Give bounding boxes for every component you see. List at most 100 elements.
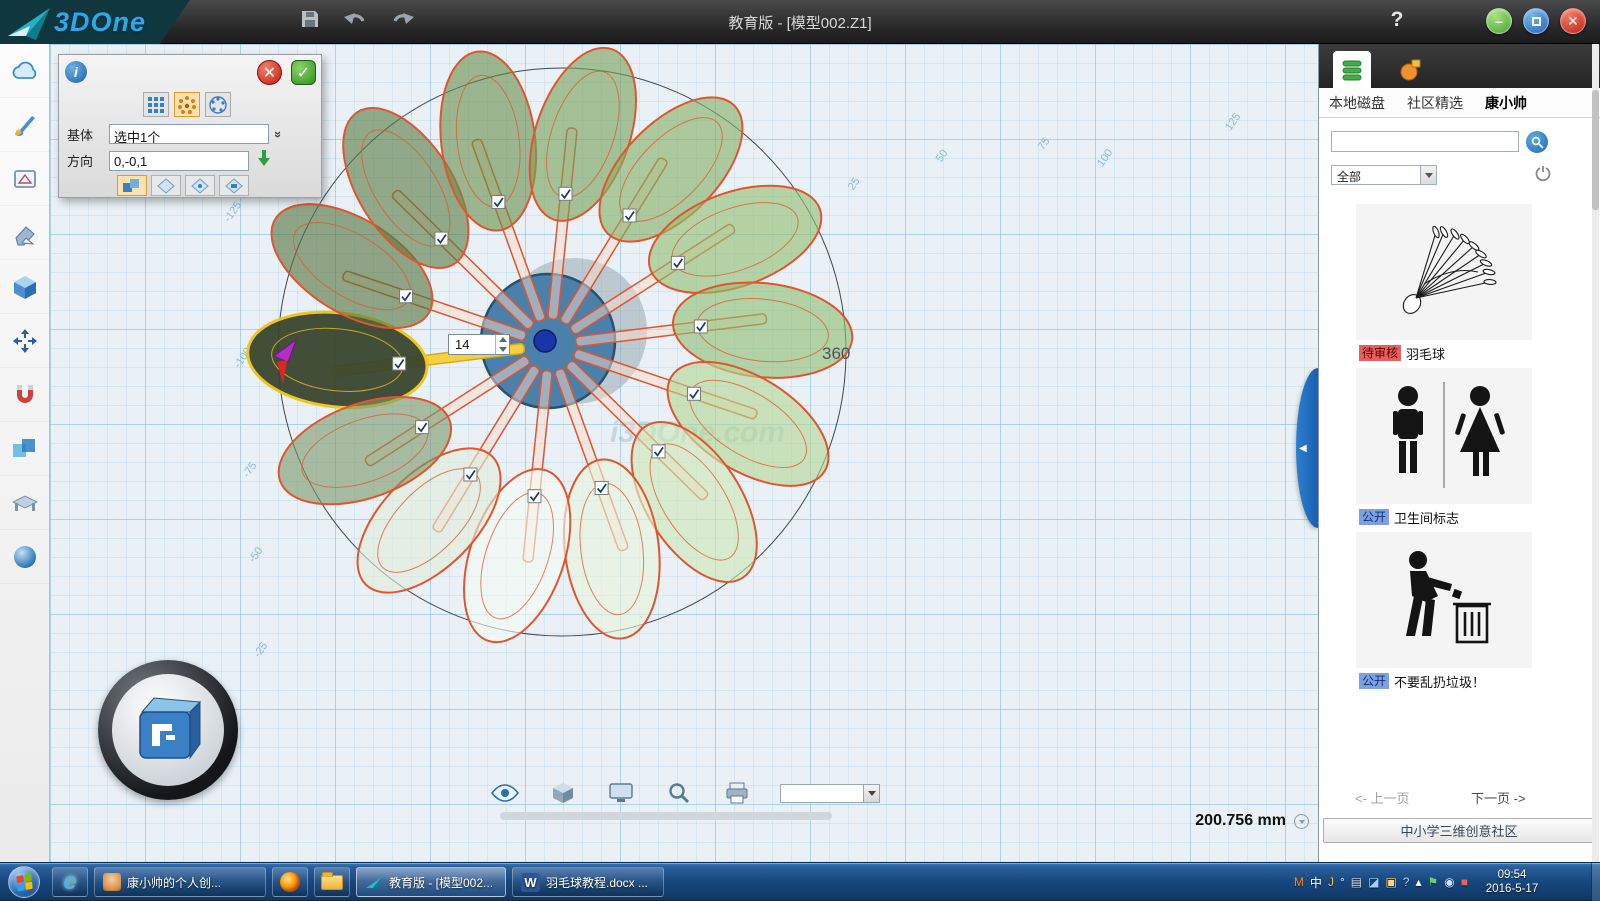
combine-tool[interactable] bbox=[0, 422, 50, 476]
pattern-instance-checkbox[interactable] bbox=[464, 468, 477, 481]
center-sphere[interactable] bbox=[534, 330, 556, 352]
circular-pattern-button[interactable] bbox=[174, 92, 200, 117]
sphere-pattern-button[interactable] bbox=[205, 92, 231, 117]
visibility-button[interactable] bbox=[490, 780, 520, 806]
tab-local-disk[interactable]: 本地磁盘 bbox=[1329, 93, 1385, 113]
taskbar-firefox-button[interactable] bbox=[272, 867, 308, 897]
tray-icon[interactable]: J bbox=[1328, 875, 1334, 889]
item-name[interactable]: 羽毛球 bbox=[1406, 344, 1445, 363]
minimize-button[interactable]: – bbox=[1486, 8, 1512, 34]
start-button[interactable] bbox=[8, 866, 40, 898]
spinner-down-icon[interactable] bbox=[496, 345, 509, 355]
pattern-count-input[interactable]: 14 bbox=[448, 334, 510, 355]
scale-dropdown-icon[interactable] bbox=[1294, 814, 1309, 829]
tray-icon[interactable]: ° bbox=[1340, 875, 1345, 889]
direction-arrow-icon[interactable] bbox=[255, 148, 273, 173]
tray-icon[interactable]: 中 bbox=[1310, 874, 1322, 891]
scrollbar-thumb[interactable] bbox=[1592, 90, 1599, 210]
pattern-instance-checkbox[interactable] bbox=[416, 421, 429, 434]
tab-community-featured[interactable]: 社区精选 bbox=[1407, 93, 1463, 113]
modeling-canvas[interactable]: -125-100-75-50-25255075100125 i3DOne.com… bbox=[50, 44, 1318, 862]
zoom-button[interactable] bbox=[664, 780, 694, 806]
tray-icon[interactable]: ◉ bbox=[1444, 875, 1454, 889]
spinner-arrows[interactable] bbox=[495, 335, 509, 354]
taskbar-clock[interactable]: 09:54 2016-5-17 bbox=[1476, 868, 1548, 896]
pattern-instance-checkbox[interactable] bbox=[393, 357, 406, 370]
material-sphere-tool[interactable] bbox=[0, 530, 50, 584]
pattern-option-4-button[interactable] bbox=[219, 175, 249, 196]
paint-tool[interactable] bbox=[0, 98, 50, 152]
library-item-thumbnail[interactable] bbox=[1356, 368, 1532, 504]
search-input[interactable] bbox=[1331, 131, 1519, 152]
view-cube-face[interactable] bbox=[126, 688, 210, 772]
pattern-option-3-button[interactable] bbox=[185, 175, 215, 196]
pattern-instance-checkbox[interactable] bbox=[623, 209, 636, 222]
pattern-instance-checkbox[interactable] bbox=[492, 196, 505, 209]
tray-icon[interactable]: ■ bbox=[1461, 875, 1468, 889]
screen-view-button[interactable] bbox=[606, 780, 636, 806]
eraser-tool[interactable] bbox=[0, 206, 50, 260]
taskbar-word-task[interactable]: W 羽毛球教程.docx ... bbox=[512, 867, 664, 897]
pattern-instance-checkbox[interactable] bbox=[652, 445, 665, 458]
item-name[interactable]: 不要乱扔垃圾！ bbox=[1394, 672, 1485, 691]
close-button[interactable]: ✕ bbox=[1560, 8, 1586, 34]
library-tab-materials[interactable] bbox=[1391, 51, 1429, 88]
pattern-instance-checkbox[interactable] bbox=[400, 290, 413, 303]
cloud-display-tool[interactable] bbox=[0, 44, 50, 98]
solid-feature-tool[interactable] bbox=[0, 260, 50, 314]
pattern-instance-checkbox[interactable] bbox=[595, 481, 608, 494]
spinner-up-icon[interactable] bbox=[496, 335, 509, 345]
tray-icon[interactable]: ? bbox=[1403, 875, 1410, 889]
tray-icon[interactable]: ◪ bbox=[1368, 875, 1379, 889]
magnet-tool[interactable] bbox=[0, 368, 50, 422]
library-item-thumbnail[interactable] bbox=[1356, 532, 1532, 668]
pattern-instance-checkbox[interactable] bbox=[687, 387, 700, 400]
taskbar-3done-task[interactable]: 教育版 - [模型002... bbox=[356, 867, 506, 897]
base-input[interactable]: 选中1个 bbox=[109, 124, 269, 144]
search-button[interactable] bbox=[1526, 131, 1548, 153]
tray-icon[interactable]: ▤ bbox=[1351, 875, 1362, 889]
info-icon[interactable]: i bbox=[65, 61, 87, 83]
panel-scrollbar[interactable] bbox=[1592, 44, 1599, 862]
direction-input[interactable]: 0,-0,1 bbox=[109, 151, 249, 171]
taskbar-ie-button[interactable]: e bbox=[52, 867, 88, 897]
community-link-button[interactable]: 中小学三维创意社区 bbox=[1323, 818, 1595, 843]
undo-button[interactable] bbox=[342, 8, 368, 35]
cancel-button[interactable]: ✕ bbox=[257, 60, 282, 85]
show-desktop-button[interactable] bbox=[1591, 863, 1600, 901]
tray-icon[interactable]: ⚑ bbox=[1428, 875, 1439, 889]
combobox-arrow-icon[interactable] bbox=[863, 785, 879, 802]
save-button[interactable] bbox=[300, 9, 320, 34]
maximize-button[interactable] bbox=[1523, 8, 1549, 34]
move-tool[interactable] bbox=[0, 314, 50, 368]
confirm-button[interactable]: ✓ bbox=[291, 60, 316, 85]
pattern-instance-checkbox[interactable] bbox=[435, 232, 448, 245]
tab-user[interactable]: 康小帅 bbox=[1485, 93, 1527, 113]
taskbar-explorer-button[interactable] bbox=[314, 867, 350, 897]
linear-pattern-button[interactable] bbox=[143, 92, 169, 117]
view-cube[interactable] bbox=[98, 660, 238, 800]
library-item-thumbnail[interactable] bbox=[1356, 204, 1532, 340]
refresh-button[interactable] bbox=[1535, 165, 1553, 183]
prev-page-link[interactable]: <- 上一页 bbox=[1355, 788, 1410, 807]
pattern-instance-checkbox[interactable] bbox=[694, 320, 707, 333]
pattern-option-2-button[interactable] bbox=[151, 175, 181, 196]
pattern-instance-checkbox[interactable] bbox=[559, 187, 572, 200]
pattern-option-1-button[interactable] bbox=[117, 175, 147, 196]
category-filter-select[interactable]: 全部 bbox=[1331, 165, 1437, 185]
sketch-plane-tool[interactable] bbox=[0, 152, 50, 206]
tray-icon[interactable]: ▣ bbox=[1385, 875, 1396, 889]
help-button[interactable]: ? bbox=[1384, 8, 1410, 32]
print-button[interactable] bbox=[722, 780, 752, 806]
display-mode-button[interactable] bbox=[548, 780, 578, 806]
filter-arrow-icon[interactable] bbox=[1420, 166, 1436, 184]
view-preset-combobox[interactable] bbox=[780, 784, 880, 803]
tray-icon[interactable]: M bbox=[1294, 875, 1304, 889]
next-page-link[interactable]: 下一页 -> bbox=[1471, 788, 1526, 807]
tray-icon[interactable]: ▴ bbox=[1415, 875, 1421, 889]
item-name[interactable]: 卫生间标志 bbox=[1394, 508, 1459, 527]
workbench-tool[interactable] bbox=[0, 476, 50, 530]
horizontal-scrollbar[interactable] bbox=[500, 812, 832, 820]
library-tab-models[interactable] bbox=[1333, 51, 1371, 88]
pattern-instance-checkbox[interactable] bbox=[671, 256, 684, 269]
